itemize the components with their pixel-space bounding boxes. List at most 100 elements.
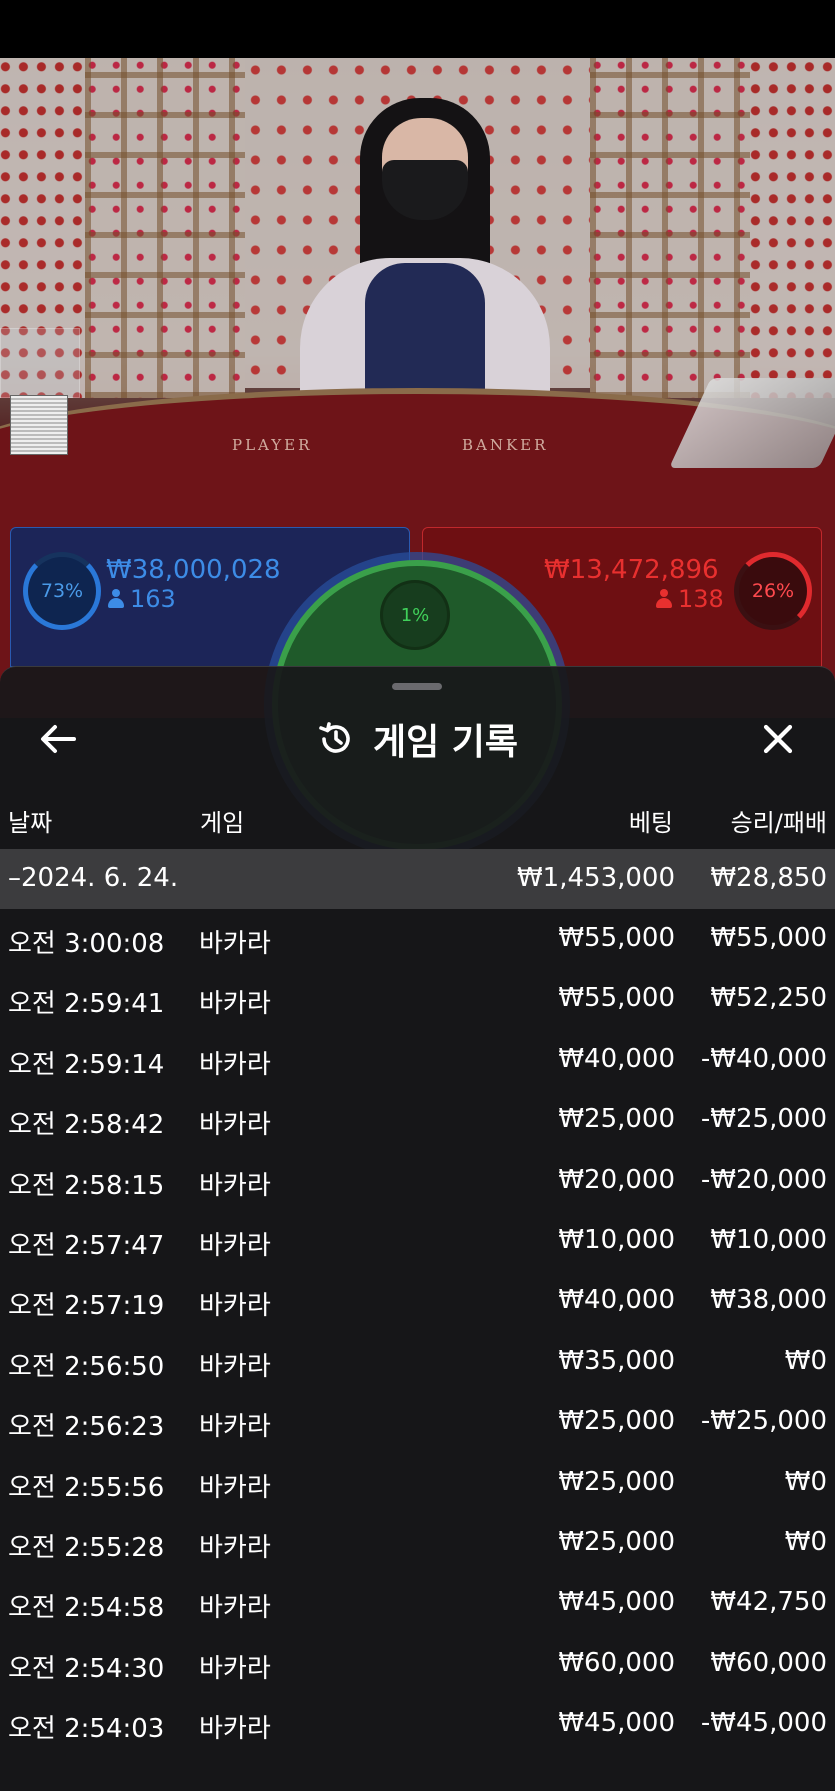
banker-percent: 26% [751,580,795,602]
player-total-amount: ₩38,000,028 [106,555,281,585]
history-row[interactable]: 오전 2:57:47 바카라 ₩10,000 ₩10,000 [0,1211,835,1271]
close-button[interactable] [754,715,802,763]
player-count-value: 163 [130,585,176,613]
row-bet: ₩60,000 [558,1647,675,1678]
history-row[interactable]: 오전 2:55:28 바카라 ₩25,000 ₩0 [0,1513,835,1573]
tie-percent: 1% [380,580,450,650]
row-game: 바카라 [199,1110,271,1141]
player-percent-ring: 73% [23,552,101,630]
row-time: 오전 2:58:42 [8,1110,165,1141]
row-result: -₩45,000 [700,1708,827,1739]
history-row[interactable]: 오전 3:00:08 바카라 ₩55,000 ₩55,000 [0,909,835,969]
sheet-title: 게임 기록 [372,722,518,763]
sheet-drag-handle[interactable] [392,683,442,690]
row-game: 바카라 [199,1472,271,1503]
row-game: 바카라 [199,1230,271,1261]
row-game: 바카라 [199,1532,271,1563]
row-bet: ₩25,000 [558,1526,675,1557]
row-time: 오전 2:57:19 [8,1291,165,1322]
date-group-bet-total: ₩1,453,000 [516,863,675,893]
history-row[interactable]: 오전 2:59:14 바카라 ₩40,000 -₩40,000 [0,1030,835,1090]
column-header-game: 게임 [200,809,245,837]
history-row[interactable]: 오전 2:54:30 바카라 ₩60,000 ₩60,000 [0,1634,835,1694]
row-bet: ₩25,000 [558,1104,675,1135]
row-game: 바카라 [199,1593,271,1624]
row-game: 바카라 [199,1049,271,1080]
row-result: ₩52,250 [710,983,827,1014]
lattice-screen-left [85,58,245,398]
row-time: 오전 2:54:58 [8,1593,165,1624]
row-result: ₩10,000 [710,1224,827,1255]
felt-player-label: PLAYER [232,436,313,454]
history-row[interactable]: 오전 2:57:19 바카라 ₩40,000 ₩38,000 [0,1271,835,1331]
row-bet: ₩40,000 [558,1285,675,1316]
row-result: ₩42,750 [710,1587,827,1618]
row-result: ₩0 [784,1526,827,1557]
row-time: 오전 2:54:03 [8,1714,165,1745]
row-result: ₩0 [784,1345,827,1376]
row-bet: ₩10,000 [558,1224,675,1255]
history-row[interactable]: 오전 2:54:58 바카라 ₩45,000 ₩42,750 [0,1573,835,1633]
row-time: 오전 2:55:56 [8,1472,165,1503]
row-bet: ₩45,000 [558,1587,675,1618]
row-time: 오전 2:59:14 [8,1049,165,1080]
row-game: 바카라 [199,1291,271,1322]
column-header-date: 날짜 [8,809,53,837]
row-result: -₩25,000 [700,1406,827,1437]
row-game: 바카라 [199,1170,271,1201]
row-time: 오전 3:00:08 [8,929,165,959]
backdrop-right [750,58,835,398]
row-bet: ₩40,000 [558,1043,675,1074]
history-row[interactable]: 오전 2:58:15 바카라 ₩20,000 -₩20,000 [0,1151,835,1211]
row-bet: ₩45,000 [558,1708,675,1739]
row-bet: ₩35,000 [558,1345,675,1376]
column-header-bet: 베팅 [628,809,673,837]
column-header-result: 승리/패배 [730,809,827,837]
row-time: 오전 2:56:23 [8,1412,165,1443]
row-game: 바카라 [199,929,271,959]
row-time: 오전 2:59:41 [8,989,165,1020]
row-bet: ₩55,000 [558,923,675,953]
sheet-title-group: 게임 기록 [0,713,835,765]
banker-bettor-count: 138 [656,585,724,613]
card-stack [10,395,68,455]
player-percent: 73% [40,580,84,602]
history-row[interactable]: 오전 2:59:41 바카라 ₩55,000 ₩52,250 [0,969,835,1029]
lattice-screen-right [590,58,750,398]
banker-count-value: 138 [678,585,724,613]
row-game: 바카라 [199,1351,271,1382]
date-group-row[interactable]: –2024. 6. 24. ₩1,453,000 ₩28,850 [0,849,835,909]
row-game: 바카라 [199,989,271,1020]
history-row[interactable]: 오전 2:54:03 바카라 ₩45,000 -₩45,000 [0,1694,835,1754]
row-time: 오전 2:54:30 [8,1653,165,1684]
row-time: 오전 2:55:28 [8,1532,165,1563]
history-row[interactable]: 오전 2:56:23 바카라 ₩25,000 -₩25,000 [0,1392,835,1452]
player-bettor-count: 163 [108,585,176,613]
history-row[interactable]: 오전 2:55:56 바카라 ₩25,000 ₩0 [0,1453,835,1513]
row-result: -₩40,000 [700,1043,827,1074]
row-game: 바카라 [199,1412,271,1443]
row-time: 오전 2:56:50 [8,1351,165,1382]
close-icon [763,724,793,754]
history-row[interactable]: 오전 2:56:50 바카라 ₩35,000 ₩0 [0,1332,835,1392]
row-bet: ₩25,000 [558,1406,675,1437]
date-group-label: –2024. 6. 24. [8,863,179,893]
row-result: ₩0 [784,1466,827,1497]
game-history-sheet: 게임 기록 날짜 게임 베팅 승리/패배 –2024. 6. 24. ₩1,45… [0,666,835,1791]
banker-total-amount: ₩13,472,896 [544,555,719,585]
row-result: -₩25,000 [700,1104,827,1135]
banker-percent-ring: 26% [734,552,812,630]
row-result: ₩38,000 [710,1285,827,1316]
history-row[interactable]: 오전 2:58:42 바카라 ₩25,000 -₩25,000 [0,1090,835,1150]
row-game: 바카라 [199,1714,271,1745]
row-game: 바카라 [199,1653,271,1684]
dealer [300,98,550,438]
person-icon [656,589,672,609]
history-clock-icon [319,722,350,753]
row-time: 오전 2:57:47 [8,1230,165,1261]
felt-banker-label: BANKER [462,436,549,454]
person-icon [108,589,124,609]
row-bet: ₩55,000 [558,983,675,1014]
card-shuffler [0,328,80,398]
history-list: 오전 3:00:08 바카라 ₩55,000 ₩55,000 오전 2:59:4… [0,909,835,1754]
